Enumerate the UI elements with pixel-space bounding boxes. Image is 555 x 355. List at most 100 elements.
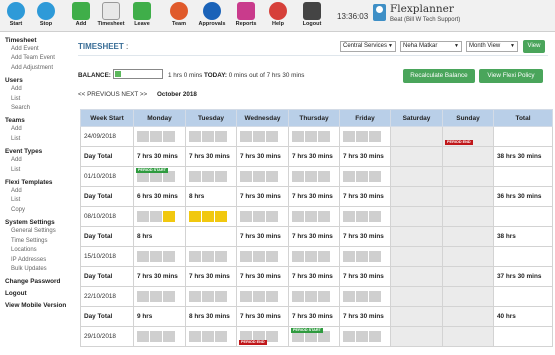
toolbar-button-stop[interactable]: Stop [31, 1, 61, 31]
time-event-block[interactable] [266, 251, 278, 262]
day-cell[interactable] [442, 246, 494, 267]
day-cell[interactable] [339, 286, 391, 307]
sidebar-item-system-settings-locations[interactable]: Locations [0, 246, 72, 255]
day-cell[interactable] [339, 326, 391, 347]
sidebar-item-timesheet-add-team-event[interactable]: Add Team Event [0, 54, 72, 63]
time-event-block[interactable] [163, 251, 175, 262]
time-event-block[interactable] [150, 251, 162, 262]
day-cell[interactable] [442, 206, 494, 227]
view-select[interactable]: Month View ▼ [466, 41, 518, 52]
time-event-block[interactable] [150, 131, 162, 142]
time-event-block[interactable] [266, 291, 278, 302]
time-event-block[interactable] [202, 251, 214, 262]
time-event-block[interactable] [343, 291, 355, 302]
sidebar-item-flexi-templates-list[interactable]: List [0, 196, 72, 205]
day-cell[interactable]: PERIOD END [442, 126, 494, 147]
week-start-date[interactable]: 24/09/2018 [80, 126, 134, 147]
time-event-block[interactable] [253, 131, 265, 142]
time-event-block[interactable] [137, 211, 149, 222]
previous-month-link[interactable]: << PREVIOUS [78, 91, 120, 98]
day-cell[interactable] [288, 166, 340, 187]
sidebar-item-timesheet-add-adjustment[interactable]: Add Adjustment [0, 64, 72, 73]
sidebar-item-users-list[interactable]: List [0, 95, 72, 104]
day-cell[interactable] [390, 246, 443, 267]
time-event-block[interactable] [343, 331, 355, 342]
sidebar-item-timesheet-add-event[interactable]: Add Event [0, 45, 72, 54]
time-event-block[interactable] [318, 131, 330, 142]
day-cell[interactable] [390, 206, 443, 227]
time-event-block[interactable] [189, 291, 201, 302]
time-event-block[interactable] [343, 211, 355, 222]
time-event-block[interactable] [356, 251, 368, 262]
day-cell[interactable] [339, 126, 391, 147]
day-cell[interactable] [339, 166, 391, 187]
day-cell[interactable] [339, 246, 391, 267]
day-cell[interactable]: PERIOD START [133, 166, 186, 187]
team-select[interactable]: Central Services ▼ [340, 41, 396, 52]
time-event-block[interactable] [215, 291, 227, 302]
time-event-block[interactable] [240, 291, 252, 302]
toolbar-button-start[interactable]: Start [1, 1, 31, 31]
time-event-block[interactable] [292, 291, 304, 302]
day-cell[interactable] [288, 246, 340, 267]
time-event-block[interactable] [150, 291, 162, 302]
week-start-date[interactable]: 08/10/2018 [80, 206, 134, 227]
day-cell[interactable] [390, 126, 443, 147]
time-event-block[interactable] [240, 171, 252, 182]
toolbar-button-leave[interactable]: Leave [127, 1, 157, 31]
day-cell[interactable] [185, 166, 237, 187]
sidebar-item-system-settings-ip-addresses[interactable]: IP Addresses [0, 256, 72, 265]
time-event-block[interactable] [292, 171, 304, 182]
day-cell[interactable] [236, 286, 289, 307]
time-event-block[interactable] [150, 331, 162, 342]
time-event-block[interactable] [369, 171, 381, 182]
sidebar-heading-view-mobile-version[interactable]: View Mobile Version [0, 301, 72, 310]
day-cell[interactable] [236, 126, 289, 147]
time-event-block[interactable] [343, 251, 355, 262]
time-event-block[interactable] [266, 211, 278, 222]
sidebar-item-system-settings-general-settings[interactable]: General Settings [0, 227, 72, 236]
day-cell[interactable] [288, 286, 340, 307]
time-event-block[interactable] [163, 131, 175, 142]
time-event-block[interactable] [202, 291, 214, 302]
time-event-block[interactable] [305, 211, 317, 222]
time-event-block[interactable] [305, 131, 317, 142]
time-event-block[interactable] [369, 211, 381, 222]
time-event-block[interactable] [343, 131, 355, 142]
leave-event-block[interactable] [163, 211, 175, 222]
time-event-block[interactable] [356, 211, 368, 222]
day-cell[interactable]: PERIOD END [236, 326, 289, 347]
user-select[interactable]: Neha Matkar ▼ [400, 41, 462, 52]
time-event-block[interactable] [356, 131, 368, 142]
day-cell[interactable] [133, 126, 186, 147]
week-start-date[interactable]: 29/10/2018 [80, 326, 134, 347]
day-cell[interactable] [288, 206, 340, 227]
toolbar-button-team[interactable]: Team [164, 1, 194, 31]
sidebar-item-teams-list[interactable]: List [0, 135, 72, 144]
day-cell[interactable] [442, 286, 494, 307]
time-event-block[interactable] [202, 331, 214, 342]
sidebar-item-system-settings-bulk-updates[interactable]: Bulk Updates [0, 265, 72, 274]
next-month-link[interactable]: NEXT >> [121, 91, 147, 98]
time-event-block[interactable] [292, 211, 304, 222]
day-cell[interactable] [185, 206, 237, 227]
week-start-date[interactable]: 22/10/2018 [80, 286, 134, 307]
time-event-block[interactable] [318, 291, 330, 302]
time-event-block[interactable] [137, 291, 149, 302]
day-cell[interactable] [236, 206, 289, 227]
day-cell[interactable] [133, 206, 186, 227]
time-event-block[interactable] [189, 131, 201, 142]
time-event-block[interactable] [318, 251, 330, 262]
time-event-block[interactable] [215, 331, 227, 342]
sidebar-item-users-search[interactable]: Search [0, 104, 72, 113]
time-event-block[interactable] [240, 131, 252, 142]
time-event-block[interactable] [266, 131, 278, 142]
leave-event-block[interactable] [202, 211, 214, 222]
toolbar-button-help[interactable]: Help [263, 1, 293, 31]
time-event-block[interactable] [369, 331, 381, 342]
leave-event-block[interactable] [189, 211, 201, 222]
time-event-block[interactable] [369, 291, 381, 302]
time-event-block[interactable] [356, 171, 368, 182]
time-event-block[interactable] [305, 291, 317, 302]
day-cell[interactable] [390, 286, 443, 307]
